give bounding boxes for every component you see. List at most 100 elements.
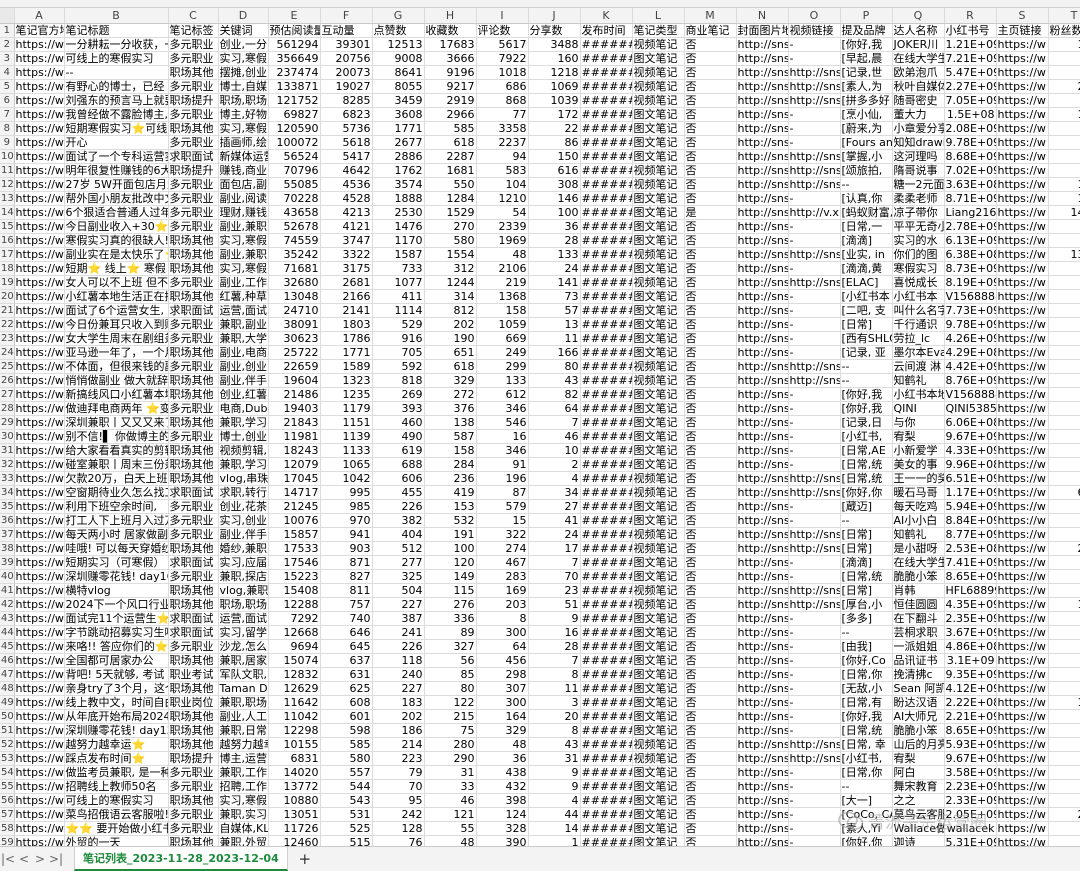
data-cell[interactable]: 56	[424, 653, 477, 668]
data-cell[interactable]: 733	[372, 261, 425, 276]
data-cell[interactable]: --	[840, 359, 893, 374]
data-cell[interactable]: https://w	[996, 177, 1049, 192]
data-cell[interactable]: 全国都可居家办公	[64, 653, 169, 668]
data-cell[interactable]: #########	[580, 807, 633, 822]
data-cell[interactable]: 227	[372, 681, 425, 696]
data-cell[interactable]: 580	[424, 233, 477, 248]
data-cell[interactable]: 短期⭐️ 线上⭐️ 寒假	[64, 261, 169, 276]
data-cell[interactable]: [认真,你	[840, 191, 893, 206]
data-cell[interactable]: 柔柔老师	[892, 191, 945, 206]
data-cell[interactable]: http://sns	[736, 653, 789, 668]
data-cell[interactable]: 博士,创业,	[218, 429, 269, 444]
data-cell[interactable]: http://sns	[788, 737, 841, 752]
data-cell[interactable]: https://w	[996, 807, 1049, 822]
data-cell[interactable]: 7	[528, 415, 581, 430]
column-header[interactable]: F	[320, 8, 373, 24]
row-number[interactable]: 11	[0, 163, 15, 178]
data-cell[interactable]: -	[788, 107, 841, 122]
data-cell[interactable]: 141	[528, 275, 581, 290]
data-cell[interactable]: 面试了一个专科运营实	[64, 149, 169, 164]
data-cell[interactable]: 实习,寒假,	[218, 121, 269, 136]
data-cell[interactable]: 5736	[320, 121, 373, 136]
data-cell[interactable]: -	[788, 135, 841, 150]
data-cell[interactable]: http://sns	[736, 345, 789, 360]
data-cell[interactable]: 1	[1048, 639, 1080, 654]
data-cell[interactable]: https://wv	[14, 625, 65, 640]
data-cell[interactable]: https://wv	[14, 345, 65, 360]
data-cell[interactable]: 否	[684, 751, 737, 766]
data-cell[interactable]: http://v.x	[788, 205, 841, 220]
data-cell[interactable]: 否	[684, 219, 737, 234]
row-number[interactable]: 22	[0, 317, 15, 332]
data-cell[interactable]: #########	[580, 555, 633, 570]
data-cell[interactable]: 职场其他	[168, 289, 219, 304]
data-cell[interactable]: 职场其他	[168, 387, 219, 402]
data-cell[interactable]: 55	[424, 821, 477, 836]
data-cell[interactable]: 宥梨	[892, 429, 945, 444]
data-cell[interactable]: https://w	[996, 765, 1049, 780]
data-cell[interactable]: 4	[1048, 275, 1080, 290]
data-cell[interactable]: https://w	[996, 527, 1049, 542]
data-cell[interactable]: 兼职,副业,	[218, 317, 269, 332]
data-cell[interactable]: 4.42E+09	[944, 359, 997, 374]
data-cell[interactable]: 30623	[268, 331, 321, 346]
data-cell[interactable]: 否	[684, 79, 737, 94]
data-cell[interactable]: 9.67E+09	[944, 429, 997, 444]
data-cell[interactable]: http://sns	[736, 37, 789, 52]
data-cell[interactable]: 290	[424, 751, 477, 766]
data-cell[interactable]: 6.51E+09	[944, 471, 997, 486]
data-cell[interactable]: 董大力	[892, 107, 945, 122]
data-cell[interactable]: 27	[528, 499, 581, 514]
data-cell[interactable]: #########	[580, 625, 633, 640]
data-cell[interactable]: 图文笔记	[632, 779, 685, 794]
data-cell[interactable]: 9	[528, 779, 581, 794]
data-cell[interactable]: 副业,伴手	[218, 527, 269, 542]
data-cell[interactable]: https://w	[996, 289, 1049, 304]
data-cell[interactable]: [早起,晨	[840, 51, 893, 66]
data-cell[interactable]: --	[840, 177, 893, 192]
data-cell[interactable]: 12668	[268, 625, 321, 640]
row-number[interactable]: 7	[0, 107, 15, 122]
data-cell[interactable]: https://w	[996, 639, 1049, 654]
data-cell[interactable]: https://wv	[14, 149, 65, 164]
data-cell[interactable]: http://sns	[736, 485, 789, 500]
data-cell[interactable]: https://wv	[14, 667, 65, 682]
data-cell[interactable]: 图文笔记	[632, 331, 685, 346]
data-cell[interactable]: https://wv	[14, 597, 65, 612]
data-cell[interactable]: 16	[528, 625, 581, 640]
data-cell[interactable]: 3747	[320, 233, 373, 248]
header-cell[interactable]: 笔记标签	[168, 23, 219, 38]
data-cell[interactable]: 12832	[268, 667, 321, 682]
data-cell[interactable]: 1803	[320, 317, 373, 332]
data-cell[interactable]: 970	[320, 513, 373, 528]
data-cell[interactable]: http://sns	[788, 471, 841, 486]
data-cell[interactable]: 职场其他	[168, 653, 219, 668]
data-cell[interactable]: [日常, 幸	[840, 737, 893, 752]
data-cell[interactable]: 618	[424, 135, 477, 150]
data-cell[interactable]: 995	[320, 485, 373, 500]
data-cell[interactable]: [日常]	[840, 541, 893, 556]
data-cell[interactable]: 1151	[320, 415, 373, 430]
data-cell[interactable]: 226	[372, 499, 425, 514]
data-cell[interactable]: 8	[1048, 261, 1080, 276]
data-cell[interactable]: 否	[684, 107, 737, 122]
data-cell[interactable]: 赚钱,商业	[218, 163, 269, 178]
data-cell[interactable]: 多元职业	[168, 317, 219, 332]
data-cell[interactable]: 490	[372, 429, 425, 444]
data-cell[interactable]: 创业,红薯,	[218, 387, 269, 402]
data-cell[interactable]: 职场其他	[168, 471, 219, 486]
data-cell[interactable]: 73	[528, 289, 581, 304]
data-cell[interactable]: 图文笔记	[632, 821, 685, 836]
header-cell[interactable]: 笔记标题	[64, 23, 169, 38]
data-cell[interactable]: 兼职,职场,	[218, 695, 269, 710]
data-cell[interactable]: 欧弟泡爪	[892, 65, 945, 80]
data-cell[interactable]: [多多]	[840, 611, 893, 626]
data-cell[interactable]: 你们的图	[892, 247, 945, 262]
data-cell[interactable]: 52678	[268, 219, 321, 234]
data-cell[interactable]: 812	[424, 303, 477, 318]
data-cell[interactable]: 开心	[64, 135, 169, 150]
row-number[interactable]: 1	[0, 23, 15, 38]
data-cell[interactable]: 31	[528, 751, 581, 766]
data-cell[interactable]: 沙龙,怎么	[218, 639, 269, 654]
data-cell[interactable]: 深圳兼职丨又又又来了	[64, 415, 169, 430]
